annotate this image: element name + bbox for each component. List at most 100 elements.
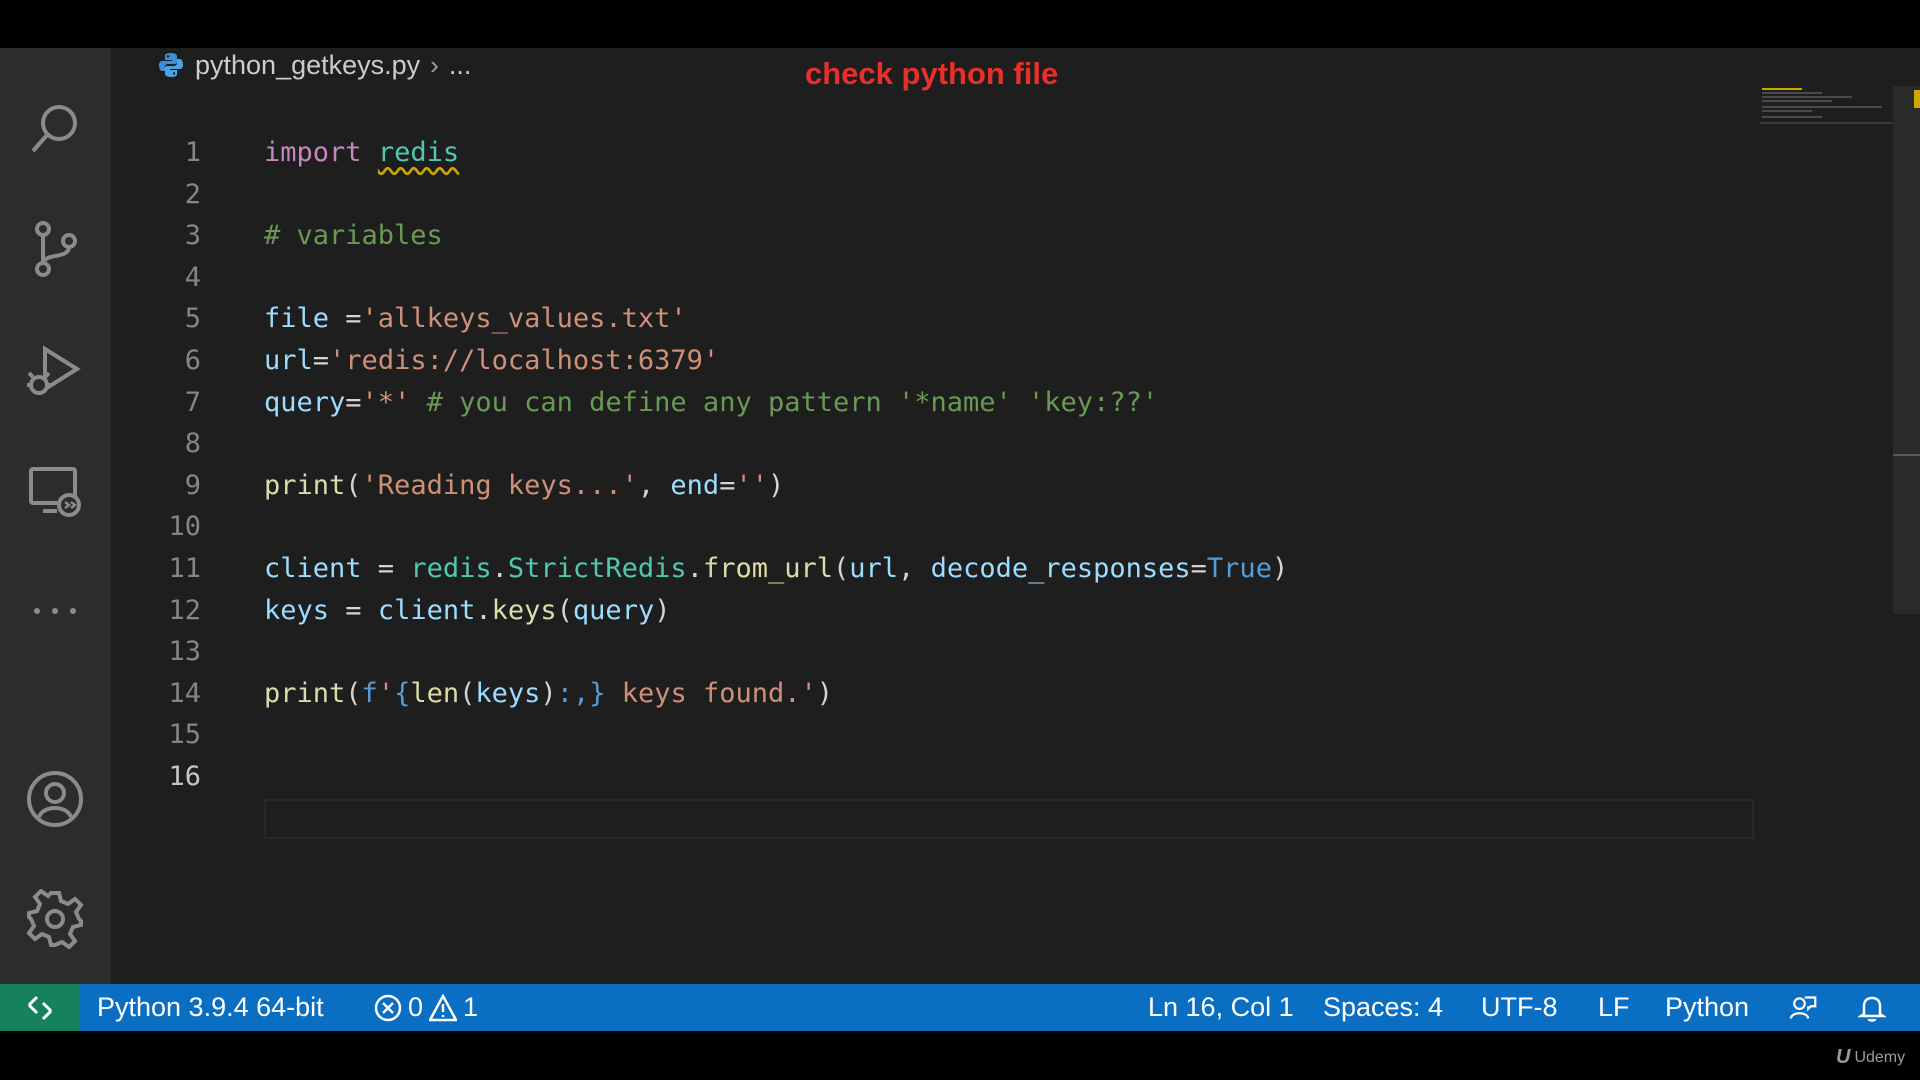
code-token: print xyxy=(264,677,346,709)
code-token: url xyxy=(264,345,313,376)
notifications-bell-icon[interactable] xyxy=(1858,984,1886,1031)
remote-indicator[interactable] xyxy=(0,984,79,1031)
code-text: client = redis.StrictRedis.from_url(url,… xyxy=(264,553,1288,584)
code-token: ) xyxy=(1271,553,1289,584)
python-interpreter[interactable]: Python 3.9.4 64-bit xyxy=(97,984,324,1031)
code-token: = xyxy=(329,594,378,626)
code-token: f xyxy=(361,677,378,709)
line-number: 14 xyxy=(168,677,201,709)
breadcrumb[interactable]: python_getkeys.py › ... xyxy=(157,48,471,82)
code-line[interactable]: 12 keys = client.keys(query) xyxy=(111,590,1761,631)
code-token: query xyxy=(572,594,655,626)
warning-count: 1 xyxy=(463,992,479,1022)
watermark-text: Udemy xyxy=(1854,1048,1906,1066)
udemy-logo-icon: U xyxy=(1836,1046,1851,1068)
code-line[interactable]: 15 xyxy=(111,714,1761,755)
end-of-line[interactable]: LF xyxy=(1598,984,1630,1031)
code-token: 'Reading keys...' xyxy=(361,469,638,501)
problems-indicator[interactable]: 0 1 xyxy=(374,984,478,1031)
code-token: ( xyxy=(556,594,573,626)
code-line[interactable]: 3 # variables xyxy=(111,215,1761,256)
encoding[interactable]: UTF-8 xyxy=(1481,984,1558,1031)
code-token: ) xyxy=(767,469,785,501)
code-token: = xyxy=(329,303,362,335)
warning-icon xyxy=(429,993,458,1021)
code-line[interactable]: 11 client = redis.StrictRedis.from_url(ur… xyxy=(111,548,1761,589)
minimap[interactable] xyxy=(1760,86,1895,128)
breadcrumb-more[interactable]: ... xyxy=(449,50,472,81)
remote-icon xyxy=(27,995,52,1020)
code-text: print('Reading keys...', end='') xyxy=(264,470,784,501)
code-token: = xyxy=(719,469,736,501)
code-token: :,} xyxy=(556,677,606,709)
code-line[interactable]: 2 xyxy=(111,174,1761,215)
indentation[interactable]: Spaces: 4 xyxy=(1323,984,1443,1031)
language-mode[interactable]: Python xyxy=(1665,984,1749,1031)
line-number: 16 xyxy=(168,761,201,792)
source-control-icon[interactable] xyxy=(22,216,88,282)
gear-icon[interactable] xyxy=(22,886,88,952)
code-token: 'redis://localhost:6379' xyxy=(329,345,720,376)
line-number: 12 xyxy=(168,594,201,626)
code-line[interactable]: 6 url='redis://localhost:6379' xyxy=(111,340,1761,381)
code-token: ) xyxy=(540,677,557,709)
breadcrumb-file[interactable]: python_getkeys.py xyxy=(195,50,420,81)
code-text: query='*' # you can define any pattern '… xyxy=(264,387,1158,418)
code-token: ) xyxy=(816,677,834,709)
code-token: end xyxy=(670,469,720,501)
vertical-scrollbar[interactable] xyxy=(1893,86,1920,614)
code-token: True xyxy=(1206,553,1272,584)
line-number: 6 xyxy=(184,345,201,376)
code-token: query xyxy=(264,386,346,418)
code-token: import xyxy=(264,137,362,168)
current-line-highlight xyxy=(264,799,1754,839)
code-token: . xyxy=(475,594,492,626)
code-token: print xyxy=(264,469,346,501)
code-token: url xyxy=(849,553,899,584)
video-annotation: check python file xyxy=(805,56,1059,91)
code-line[interactable]: 13 xyxy=(111,631,1761,672)
code-token: keys xyxy=(264,594,330,626)
code-line[interactable]: 16 xyxy=(111,756,1761,797)
editor-pane[interactable]: python_getkeys.py › ... check python fil… xyxy=(111,48,1920,984)
code-line[interactable]: 9 print('Reading keys...', end='') xyxy=(111,465,1761,506)
run-debug-icon[interactable] xyxy=(22,338,88,404)
line-number: 2 xyxy=(184,178,201,210)
search-icon[interactable] xyxy=(22,96,88,162)
code-text: # variables xyxy=(264,220,443,251)
code-token: 'allkeys_values.txt' xyxy=(361,303,687,335)
code-line[interactable]: 4 xyxy=(111,257,1761,298)
code-token: client xyxy=(264,553,362,584)
code-token: redis xyxy=(410,553,492,584)
code-token: # you can define any pattern '*name' 'ke… xyxy=(426,386,1159,418)
code-line[interactable]: 1 import redis xyxy=(111,132,1761,173)
code-token: from_url xyxy=(702,553,833,584)
video-letterbox-bottom xyxy=(0,1031,1920,1080)
line-number: 15 xyxy=(168,719,201,751)
line-number: 1 xyxy=(184,137,201,168)
code-line[interactable]: 8 xyxy=(111,423,1761,464)
code-token: ( xyxy=(833,553,850,584)
code-text: url='redis://localhost:6379' xyxy=(264,345,719,376)
line-number: 3 xyxy=(184,220,201,252)
error-icon xyxy=(374,994,402,1021)
code-token: = xyxy=(345,386,362,418)
line-number: 5 xyxy=(184,303,201,335)
code-line[interactable]: 5 file ='allkeys_values.txt' xyxy=(111,298,1761,339)
code-token: decode_responses xyxy=(930,553,1191,584)
code-token: client xyxy=(377,594,476,626)
account-icon[interactable] xyxy=(22,766,88,832)
code-line[interactable]: 10 xyxy=(111,506,1761,547)
code-line[interactable]: 14 print(f'{len(keys):,} keys found.') xyxy=(111,673,1761,714)
code-text: keys = client.keys(query) xyxy=(264,595,670,626)
activity-bar xyxy=(0,48,111,984)
code-line[interactable]: 7 query='*' # you can define any pattern … xyxy=(111,382,1761,423)
code-token: . xyxy=(491,553,508,584)
code-token: file xyxy=(264,303,330,335)
remote-explorer-icon[interactable] xyxy=(22,458,88,524)
code-token: keys found.' xyxy=(605,677,817,709)
feedback-icon[interactable] xyxy=(1789,984,1817,1031)
cursor-position[interactable]: Ln 16, Col 1 xyxy=(1148,984,1294,1031)
more-icon[interactable] xyxy=(22,578,88,644)
